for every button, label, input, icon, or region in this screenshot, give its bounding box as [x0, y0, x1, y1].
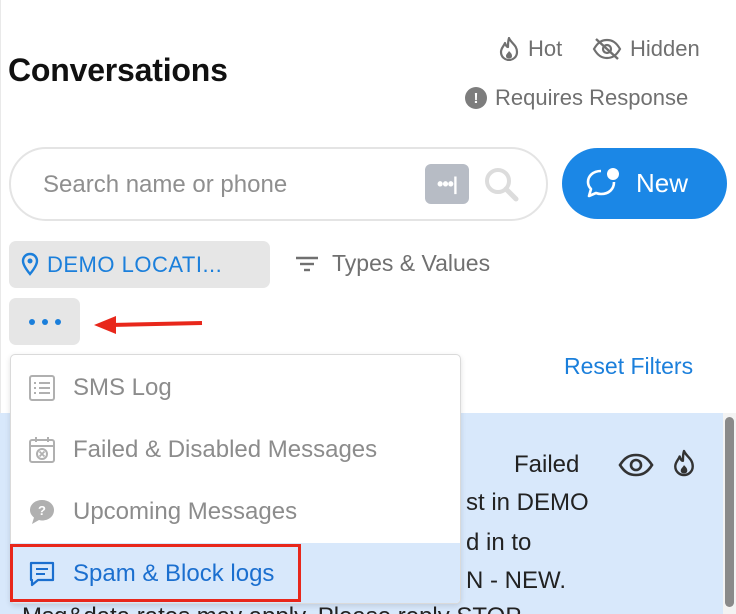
more-options-menu: SMS Log Failed & Disabled Messages ? Upc…	[10, 354, 461, 604]
conversation-preview-line: N - NEW.	[466, 567, 566, 594]
menu-item-label: Spam & Block logs	[73, 560, 275, 587]
hidden-filter[interactable]: Hidden	[592, 36, 700, 62]
requires-response-label: Requires Response	[495, 85, 689, 110]
requires-response-filter[interactable]: ! Requires Response	[465, 85, 688, 111]
search-input[interactable]	[43, 167, 413, 203]
eye-off-icon	[592, 38, 622, 60]
exclamation-icon: !	[465, 87, 487, 109]
new-button-label: New	[636, 168, 689, 198]
scrollbar[interactable]	[723, 413, 736, 614]
question-chat-icon: ?	[30, 500, 54, 524]
conversation-preview-line: Msg&data rates may apply. Please reply S…	[22, 603, 521, 614]
menu-item-spam-block-logs[interactable]: Spam & Block logs	[11, 543, 460, 603]
menu-item-sms-log[interactable]: SMS Log	[11, 357, 460, 419]
menu-item-label: Upcoming Messages	[73, 498, 298, 525]
location-filter[interactable]: DEMO LOCATI...	[9, 241, 270, 288]
calendar-x-icon	[29, 437, 55, 463]
conversation-preview-line: st in DEMO	[466, 489, 589, 516]
scrollbar-thumb[interactable]	[725, 417, 734, 607]
menu-item-label: Failed & Disabled Messages	[73, 436, 378, 463]
new-conversation-button[interactable]: New	[562, 148, 727, 219]
location-pin-icon	[21, 252, 39, 276]
eye-icon[interactable]	[618, 453, 654, 477]
filter-lines-icon	[296, 256, 318, 271]
conversation-status: Failed	[514, 451, 580, 478]
more-dot	[54, 318, 61, 325]
flame-icon	[499, 37, 519, 61]
menu-item-failed-disabled-messages[interactable]: Failed & Disabled Messages	[11, 419, 460, 481]
location-filter-label: DEMO LOCATI...	[47, 251, 223, 277]
types-values-filter[interactable]: Types & Values	[294, 250, 490, 277]
annotation-arrow	[94, 316, 203, 334]
chat-plus-icon	[586, 167, 619, 197]
page-title: Conversations	[8, 52, 228, 88]
flame-icon[interactable]	[672, 449, 696, 477]
hot-filter[interactable]: Hot	[498, 36, 562, 62]
hot-filter-label: Hot	[528, 36, 563, 61]
reset-filters-link[interactable]: Reset Filters	[564, 353, 693, 380]
types-filter-label: Types & Values	[332, 250, 491, 276]
menu-item-upcoming-messages[interactable]: ? Upcoming Messages	[11, 481, 460, 543]
search-icon[interactable]	[481, 164, 521, 204]
search-box: •••|	[9, 147, 548, 221]
menu-item-label: SMS Log	[73, 374, 172, 401]
more-dot	[41, 318, 48, 325]
autofill-dots-icon[interactable]: •••|	[425, 164, 469, 204]
more-dot	[28, 318, 35, 325]
message-icon	[29, 561, 55, 587]
conversation-preview-line: d in to	[466, 529, 532, 556]
more-options-button[interactable]	[9, 298, 80, 345]
list-icon	[29, 375, 55, 401]
svg-text:?: ?	[38, 503, 46, 518]
hidden-filter-label: Hidden	[630, 36, 700, 61]
